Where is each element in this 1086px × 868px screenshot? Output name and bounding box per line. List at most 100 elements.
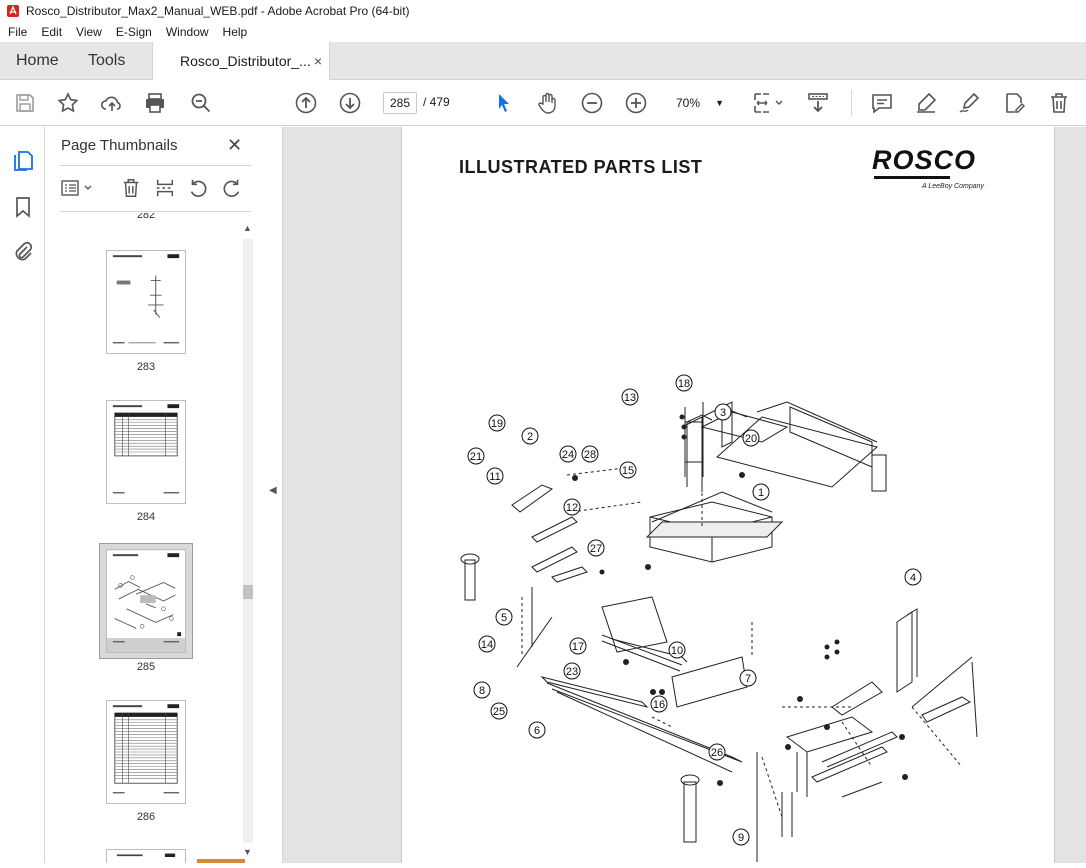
scroll-up-icon[interactable]: ▲ — [243, 223, 252, 233]
svg-text:7: 7 — [745, 673, 751, 685]
thumbnail-page-selected[interactable] — [106, 549, 186, 653]
svg-text:13: 13 — [624, 392, 636, 404]
collapse-panel-icon[interactable]: ◀ — [269, 485, 277, 496]
scroll-down-icon[interactable]: ▼ — [243, 847, 252, 857]
sign-pen-icon[interactable] — [957, 91, 981, 115]
thumbnail-page[interactable] — [106, 250, 186, 354]
chevron-down-icon: ▼ — [715, 98, 724, 108]
thumbnail-page[interactable] — [106, 849, 186, 863]
zoom-search-icon[interactable] — [189, 91, 213, 115]
document-viewer[interactable]: ILLUSTRATED PARTS LIST ROSCO A LeeBoy Co… — [283, 127, 1086, 863]
svg-text:2: 2 — [527, 431, 533, 443]
svg-text:15: 15 — [622, 465, 634, 477]
menu-file[interactable]: File — [0, 25, 34, 39]
thumbnail-page[interactable] — [106, 400, 186, 504]
page-number-input[interactable]: 285 — [383, 92, 417, 114]
hand-tool-icon[interactable] — [536, 91, 560, 115]
pdf-page: ILLUSTRATED PARTS LIST ROSCO A LeeBoy Co… — [401, 127, 1055, 863]
logo-text: ROSCO — [872, 145, 977, 175]
comment-icon[interactable] — [870, 91, 894, 115]
rotate-right-icon[interactable] — [221, 177, 243, 199]
window-title: Rosco_Distributor_Max2_Manual_WEB.pdf - … — [26, 4, 410, 18]
svg-text:11: 11 — [489, 471, 500, 483]
svg-text:3: 3 — [720, 407, 726, 419]
rotate-left-icon[interactable] — [187, 177, 209, 199]
save-icon[interactable] — [13, 91, 37, 115]
panel-title: Page Thumbnails — [61, 137, 178, 154]
svg-text:17: 17 — [572, 641, 584, 653]
main-toolbar: 285 / 479 70% ▼ — [0, 80, 1086, 126]
edit-pdf-icon[interactable] — [1002, 91, 1026, 115]
select-arrow-icon[interactable] — [492, 91, 516, 115]
svg-text:27: 27 — [590, 543, 602, 555]
bookmark-star-icon[interactable] — [56, 91, 80, 115]
panel-divider — [59, 165, 251, 166]
next-page-icon[interactable] — [338, 91, 362, 115]
extract-pages-icon[interactable] — [154, 177, 176, 199]
menu-esign[interactable]: E-Sign — [109, 25, 159, 39]
thumbnail-scrollbar[interactable]: ▲ ▼ — [241, 221, 255, 861]
menu-bar: File Edit View E-Sign Window Help — [0, 22, 1086, 42]
zoom-in-icon[interactable] — [624, 91, 648, 115]
svg-text:18: 18 — [678, 378, 690, 390]
svg-text:21: 21 — [470, 451, 482, 463]
page-thumbnails-icon[interactable] — [11, 149, 35, 173]
tab-document[interactable]: Rosco_Distributor_... × — [152, 42, 330, 81]
zoom-out-icon[interactable] — [580, 91, 604, 115]
thumbnail-label: 283 — [136, 361, 156, 373]
delete-trash-icon[interactable] — [1047, 91, 1071, 115]
scroll-mode-icon[interactable] — [806, 91, 830, 115]
svg-text:26: 26 — [711, 747, 723, 759]
attachments-paperclip-icon[interactable] — [11, 240, 35, 264]
close-panel-icon[interactable]: ✕ — [227, 135, 242, 156]
tab-tools[interactable]: Tools — [88, 42, 125, 80]
exploded-parts-diagram: 1 2 3 4 5 6 7 8 9 10 11 12 13 14 15 16 1… — [460, 374, 978, 862]
tab-document-label: Rosco_Distributor_... — [180, 53, 311, 69]
upload-cloud-icon[interactable] — [100, 91, 124, 115]
svg-text:10: 10 — [671, 645, 683, 657]
page-heading: ILLUSTRATED PARTS LIST — [459, 157, 703, 177]
thumbnail-label: 286 — [136, 811, 156, 823]
print-icon[interactable] — [143, 91, 167, 115]
menu-view[interactable]: View — [69, 25, 109, 39]
scroll-thumb[interactable] — [243, 585, 253, 599]
tab-bar: Home Tools Rosco_Distributor_... × — [0, 42, 1086, 81]
svg-text:24: 24 — [562, 449, 574, 461]
highlight-pen-icon[interactable] — [914, 91, 938, 115]
taskbar-indicator — [197, 859, 245, 863]
left-rail — [0, 127, 45, 863]
svg-text:5: 5 — [501, 612, 507, 624]
panel-splitter[interactable]: ◀ — [265, 127, 283, 863]
rosco-logo: ROSCO A LeeBoy Company — [872, 145, 984, 193]
svg-text:12: 12 — [566, 502, 578, 514]
close-tab-icon[interactable]: × — [314, 42, 322, 80]
menu-window[interactable]: Window — [159, 25, 216, 39]
svg-text:1: 1 — [758, 487, 764, 499]
svg-text:6: 6 — [534, 725, 540, 737]
svg-text:4: 4 — [910, 572, 916, 584]
thumbnail-options-icon[interactable] — [60, 177, 96, 199]
previous-page-icon[interactable] — [294, 91, 318, 115]
page-thumbnails-panel: Page Thumbnails ✕ 282 283 284 285 286 ▲ … — [45, 127, 265, 863]
svg-text:28: 28 — [584, 449, 596, 461]
zoom-level-select[interactable]: 70% ▼ — [668, 92, 728, 114]
svg-text:16: 16 — [653, 699, 665, 711]
fit-page-icon[interactable] — [752, 91, 786, 115]
delete-page-icon[interactable] — [120, 177, 142, 199]
svg-text:8: 8 — [479, 685, 485, 697]
thumbnail-page[interactable] — [106, 700, 186, 804]
page-total: / 479 — [423, 95, 450, 109]
thumbnail-label: 284 — [136, 511, 156, 523]
menu-help[interactable]: Help — [216, 25, 255, 39]
menu-edit[interactable]: Edit — [34, 25, 69, 39]
scroll-track[interactable] — [243, 239, 253, 843]
acrobat-app-icon — [7, 5, 19, 17]
bookmarks-icon[interactable] — [11, 195, 35, 219]
svg-text:19: 19 — [491, 418, 503, 430]
svg-text:9: 9 — [738, 832, 744, 844]
title-bar: Rosco_Distributor_Max2_Manual_WEB.pdf - … — [0, 0, 1086, 22]
thumbnail-label: 282 — [136, 213, 156, 221]
svg-text:25: 25 — [493, 706, 505, 718]
tab-home[interactable]: Home — [16, 42, 59, 80]
panel-divider — [59, 211, 251, 212]
